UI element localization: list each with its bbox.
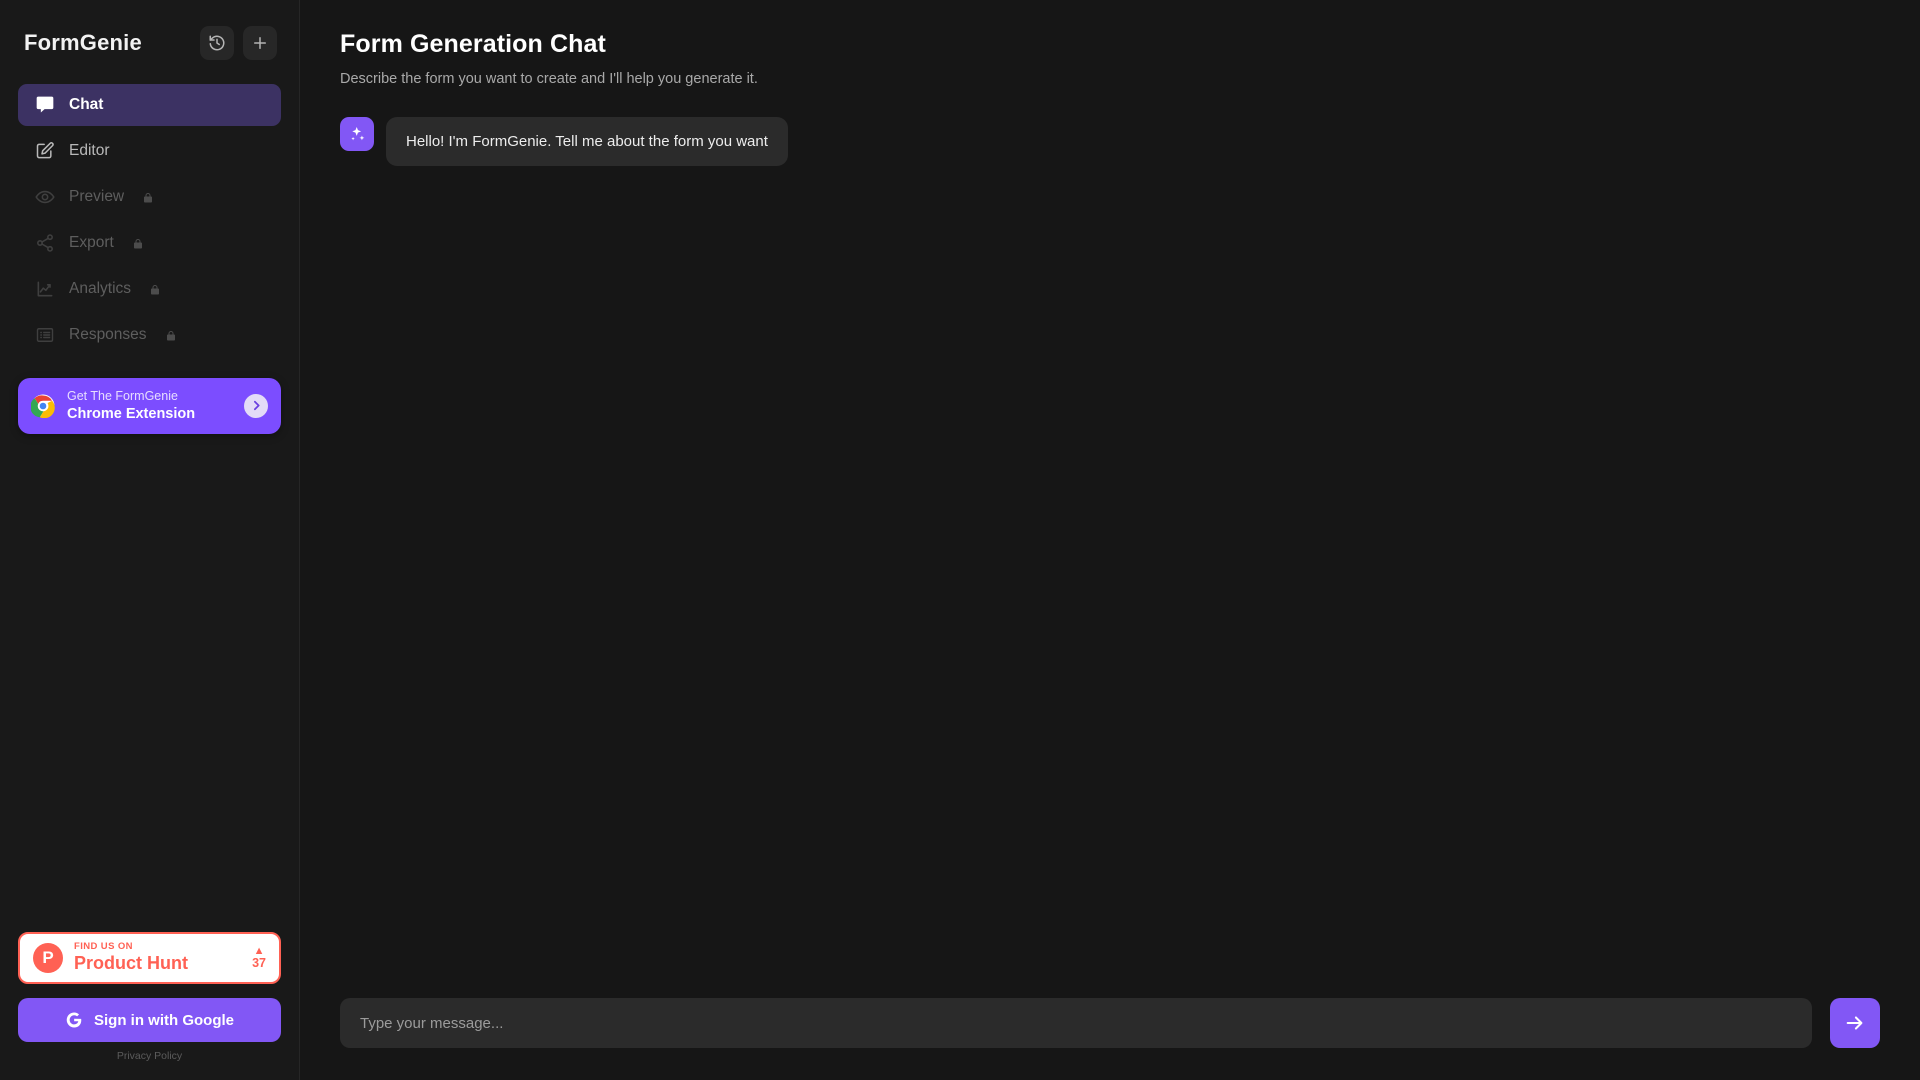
product-hunt-line1: FIND US ON [74, 941, 133, 953]
chat-message-list: Hello! I'm FormGenie. Tell me about the … [300, 87, 1920, 998]
product-hunt-text: FIND US ON Product Hunt [74, 941, 241, 974]
extension-promo-line2: Chrome Extension [67, 405, 196, 422]
google-signin-wrap: Sign in with Google [0, 998, 299, 1050]
sidebar-item-export[interactable]: Export [18, 222, 281, 264]
history-button[interactable] [200, 26, 234, 60]
chrome-logo-icon [30, 394, 55, 419]
new-chat-button[interactable] [243, 26, 277, 60]
privacy-policy-link[interactable]: Privacy Policy [0, 1050, 299, 1080]
history-icon [208, 34, 226, 52]
google-signin-label: Sign in with Google [94, 1011, 234, 1029]
sidebar-header-actions [200, 26, 277, 60]
chat-message-assistant: Hello! I'm FormGenie. Tell me about the … [340, 117, 1880, 166]
send-button[interactable] [1830, 998, 1880, 1048]
google-signin-button[interactable]: Sign in with Google [18, 998, 281, 1042]
sidebar-item-responses[interactable]: Responses [18, 314, 281, 356]
sidebar-item-label: Analytics [69, 280, 132, 297]
sidebar: FormGenie Chat Editor Preview Export Ana… [0, 0, 300, 1080]
sidebar-item-label: Export [69, 234, 114, 251]
chrome-extension-banner[interactable]: Get The FormGenie Chrome Extension [18, 378, 281, 434]
sidebar-item-label: Responses [69, 326, 147, 343]
product-hunt-line2: Product Hunt [74, 953, 188, 974]
sparkles-icon [340, 117, 374, 151]
sidebar-item-label: Chat [69, 96, 104, 113]
sidebar-header: FormGenie [0, 0, 299, 78]
sidebar-item-label: Preview [69, 188, 125, 205]
eye-icon [35, 187, 55, 207]
sidebar-item-editor[interactable]: Editor [18, 130, 281, 172]
lock-icon [149, 283, 161, 295]
plus-icon [251, 34, 269, 52]
main-header: Form Generation Chat Describe the form y… [300, 0, 1920, 87]
chat-bubble-text: Hello! I'm FormGenie. Tell me about the … [386, 117, 788, 166]
extension-promo-wrap: Get The FormGenie Chrome Extension [0, 356, 299, 434]
chat-bubble-icon [35, 95, 55, 115]
lock-icon [142, 191, 154, 203]
share-icon [35, 233, 55, 253]
pencil-square-icon [35, 141, 55, 161]
chart-line-icon [35, 279, 55, 299]
lock-icon [165, 329, 177, 341]
list-icon [35, 325, 55, 345]
page-subtitle: Describe the form you want to create and… [340, 71, 758, 87]
lock-icon [132, 237, 144, 249]
product-hunt-logo-icon: P [33, 943, 63, 974]
chevron-right-icon [244, 393, 268, 418]
sidebar-nav: Chat Editor Preview Export Analytics Res… [0, 78, 299, 356]
extension-promo-line1: Get The FormGenie [67, 389, 178, 403]
arrow-right-icon [1844, 1012, 1866, 1034]
upvote-count: 37 [252, 956, 266, 971]
app-root: FormGenie Chat Editor Preview Export Ana… [0, 0, 1920, 1080]
page-title: Form Generation Chat [340, 30, 606, 58]
message-composer [300, 998, 1920, 1080]
product-hunt-badge[interactable]: P FIND US ON Product Hunt ▲ 37 [18, 932, 281, 984]
brand-title: FormGenie [24, 30, 142, 55]
message-input[interactable] [340, 998, 1812, 1048]
sidebar-item-analytics[interactable]: Analytics [18, 268, 281, 310]
sidebar-item-preview[interactable]: Preview [18, 176, 281, 218]
sidebar-item-label: Editor [69, 142, 110, 159]
extension-promo-text: Get The FormGenie Chrome Extension [67, 389, 232, 423]
google-g-icon [65, 1011, 83, 1029]
sidebar-item-chat[interactable]: Chat [18, 84, 281, 126]
main-content: Form Generation Chat Describe the form y… [300, 0, 1920, 1080]
product-hunt-upvote: ▲ 37 [252, 945, 266, 971]
product-hunt-wrap: P FIND US ON Product Hunt ▲ 37 [0, 932, 299, 998]
